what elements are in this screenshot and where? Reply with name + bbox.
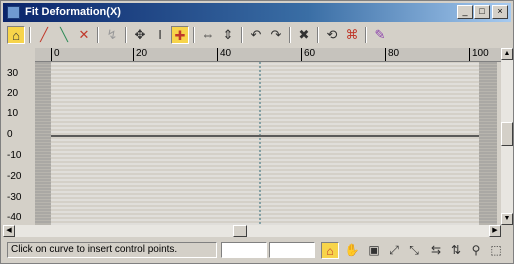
pan-icon[interactable]: ✋ <box>343 242 361 259</box>
swap-curves-icon[interactable]: ↯ <box>103 26 121 44</box>
lock-selection-icon[interactable]: ⌂ <box>7 26 25 44</box>
y-curve-icon[interactable]: ╱ <box>35 26 53 44</box>
zoom-horizontal-extents-icon[interactable]: ⤢ <box>385 242 403 259</box>
toolbar-separator <box>289 27 291 43</box>
mirror-horizontal-icon[interactable]: ⇔ <box>199 26 217 44</box>
zoom-region-icon[interactable]: ⬚ <box>487 242 505 259</box>
toolbar-separator <box>241 27 243 43</box>
horizontal-ruler: 0 20 40 60 80 100 <box>35 48 501 62</box>
ruler-label: 100 <box>472 48 489 59</box>
toolbar-separator <box>193 27 195 43</box>
status-bar: Click on curve to insert control points.… <box>3 239 511 261</box>
ruler-tick <box>217 48 218 61</box>
value-field-1[interactable] <box>221 242 267 258</box>
y-axis: 30 20 10 0 -10 -20 -30 -40 <box>3 62 35 225</box>
graph-canvas[interactable] <box>35 62 501 225</box>
scroll-down-arrow[interactable]: ▼ <box>501 213 513 225</box>
zoom-vertical-extents-icon[interactable]: ⤡ <box>405 242 423 259</box>
zoom-extents-icon[interactable]: ▣ <box>365 242 383 259</box>
toolbar-separator <box>125 27 127 43</box>
move-control-point-icon[interactable]: ✥ <box>131 26 149 44</box>
close-button[interactable]: × <box>492 5 508 19</box>
deformation-graph[interactable] <box>35 62 501 225</box>
ruler-label: 80 <box>388 48 400 59</box>
lock-icon[interactable]: ⌂ <box>321 242 339 259</box>
zoom-horizontal-icon[interactable]: ⇆ <box>427 242 445 259</box>
ruler-tick <box>133 48 134 61</box>
ruler-label: 0 <box>54 48 60 59</box>
toolbar: ⌂ ╱ ╲ ✕ ↯ ✥ I ✚ ⇔ ⇕ ↶ ↷ ✖ ⟲ ⌘ ✎ <box>3 23 511 47</box>
fit-deformation-window: Fit Deformation(X) _ □ × ⌂ ╱ ╲ ✕ ↯ ✥ I ✚… <box>0 0 514 264</box>
ruler-tick <box>385 48 386 61</box>
maximize-button[interactable]: □ <box>474 5 490 19</box>
insert-corner-point-icon[interactable]: ✚ <box>171 26 189 44</box>
scroll-left-arrow[interactable]: ◀ <box>3 225 15 237</box>
zoom-icon[interactable]: ⚲ <box>467 242 485 259</box>
toolbar-separator <box>97 27 99 43</box>
y-label: -40 <box>7 212 22 223</box>
window-title: Fit Deformation(X) <box>25 6 121 18</box>
toolbar-separator <box>29 27 31 43</box>
y-label: -10 <box>7 150 22 161</box>
ruler-tick <box>469 48 470 61</box>
generate-path-icon[interactable]: ✎ <box>371 26 389 44</box>
gridlines <box>51 63 479 225</box>
x-curve-icon[interactable]: ╲ <box>55 26 73 44</box>
zoom-vertical-icon[interactable]: ⇅ <box>447 242 465 259</box>
title-bar[interactable]: Fit Deformation(X) _ □ × <box>3 3 511 22</box>
minimize-button[interactable]: _ <box>457 5 473 19</box>
scale-control-point-icon[interactable]: I <box>151 26 169 44</box>
status-message: Click on curve to insert control points. <box>7 242 217 258</box>
delete-control-point-icon[interactable]: ✖ <box>295 26 313 44</box>
y-label: -20 <box>7 171 22 182</box>
y-label: 30 <box>7 68 19 79</box>
rotate-ccw-icon[interactable]: ↶ <box>247 26 265 44</box>
ruler-label: 60 <box>304 48 316 59</box>
ruler-label: 40 <box>220 48 232 59</box>
y-label: 20 <box>7 88 19 99</box>
ruler-tick <box>51 48 52 61</box>
y-label: -30 <box>7 192 22 203</box>
vertical-scroll-thumb[interactable] <box>501 122 513 146</box>
toolbar-separator <box>365 27 367 43</box>
horizontal-scroll-thumb[interactable] <box>233 225 247 237</box>
horizontal-scrollbar[interactable]: ◀ ▶ <box>3 225 501 237</box>
both-curves-icon[interactable]: ✕ <box>75 26 93 44</box>
y-label: 0 <box>7 129 13 140</box>
value-field-2[interactable] <box>269 242 315 258</box>
app-icon <box>7 6 20 19</box>
vertical-scrollbar[interactable]: ▲ ▼ <box>501 48 513 225</box>
mirror-vertical-icon[interactable]: ⇕ <box>219 26 237 44</box>
scroll-up-arrow[interactable]: ▲ <box>501 48 513 60</box>
scroll-right-arrow[interactable]: ▶ <box>489 225 501 237</box>
ruler-label: 20 <box>136 48 148 59</box>
get-shape-icon[interactable]: ⌘ <box>343 26 361 44</box>
toolbar-separator <box>317 27 319 43</box>
reset-curve-icon[interactable]: ⟲ <box>323 26 341 44</box>
rotate-cw-icon[interactable]: ↷ <box>267 26 285 44</box>
y-label: 10 <box>7 108 19 119</box>
ruler-tick <box>301 48 302 61</box>
